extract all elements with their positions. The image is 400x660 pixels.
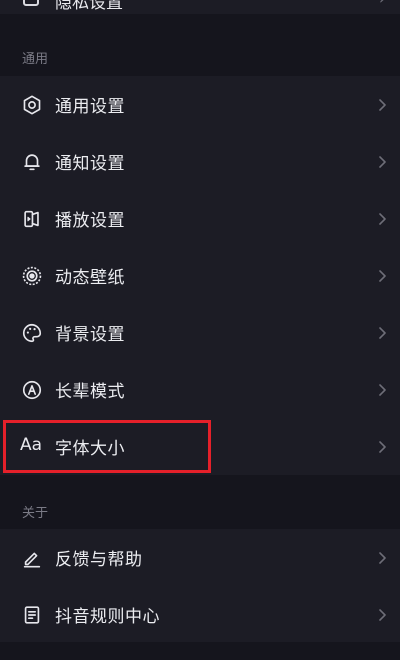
settings-item-label: 长辈模式 — [55, 382, 125, 402]
dynamic-wallpaper-icon — [21, 265, 43, 287]
chevron-right-icon — [377, 269, 387, 283]
chevron-right-icon — [377, 551, 387, 565]
settings-item-label: 通知设置 — [55, 154, 125, 174]
bell-icon — [21, 151, 43, 173]
font-size-icon: Aa — [20, 435, 43, 455]
partial-icon — [23, 0, 39, 6]
chevron-right-icon — [377, 98, 387, 112]
settings-item-background[interactable]: 背景设置 — [0, 304, 400, 361]
settings-item-label: 反馈与帮助 — [55, 550, 143, 570]
settings-item-label: 动态壁纸 — [55, 268, 125, 288]
chevron-right-icon — [377, 383, 387, 397]
elder-mode-icon — [21, 379, 43, 401]
settings-item-playback[interactable]: 播放设置 — [0, 190, 400, 247]
edit-pencil-icon — [21, 547, 43, 569]
chevron-right-icon — [377, 155, 387, 169]
play-settings-icon — [21, 208, 43, 230]
section-header-general: 通用 — [0, 38, 400, 74]
section-header-label: 通用 — [22, 52, 49, 67]
chevron-right-icon — [377, 608, 387, 622]
palette-icon — [21, 322, 43, 344]
section-header-label: 关于 — [22, 506, 49, 521]
bottom-spacer — [0, 642, 400, 660]
chevron-right-icon — [377, 212, 387, 226]
settings-item-label: 抖音规则中心 — [55, 607, 160, 627]
rules-document-icon — [21, 604, 43, 626]
settings-item-rules-center[interactable]: 抖音规则中心 — [0, 586, 400, 643]
chevron-right-icon — [377, 326, 387, 340]
settings-item-font-size[interactable]: Aa 字体大小 — [0, 418, 400, 475]
section-header-about: 关于 — [0, 492, 400, 528]
list-item-partial[interactable]: 隐私设置 › — [0, 0, 400, 14]
settings-page: 隐私设置 › 通用 通用设置 通知设置 — [0, 0, 400, 660]
settings-item-notification[interactable]: 通知设置 — [0, 133, 400, 190]
settings-item-general[interactable]: 通用设置 — [0, 76, 400, 133]
settings-item-elder-mode[interactable]: 长辈模式 — [0, 361, 400, 418]
settings-item-label: 背景设置 — [55, 325, 125, 345]
settings-item-label: 通用设置 — [55, 97, 125, 117]
chevron-right-icon: › — [379, 0, 386, 9]
settings-item-label: 字体大小 — [55, 439, 125, 459]
list-item-label: 隐私设置 — [55, 0, 123, 13]
gear-icon — [21, 94, 43, 116]
chevron-right-icon — [377, 440, 387, 454]
settings-item-dynamic-wallpaper[interactable]: 动态壁纸 — [0, 247, 400, 304]
settings-item-feedback-help[interactable]: 反馈与帮助 — [0, 529, 400, 586]
settings-item-label: 播放设置 — [55, 211, 125, 231]
